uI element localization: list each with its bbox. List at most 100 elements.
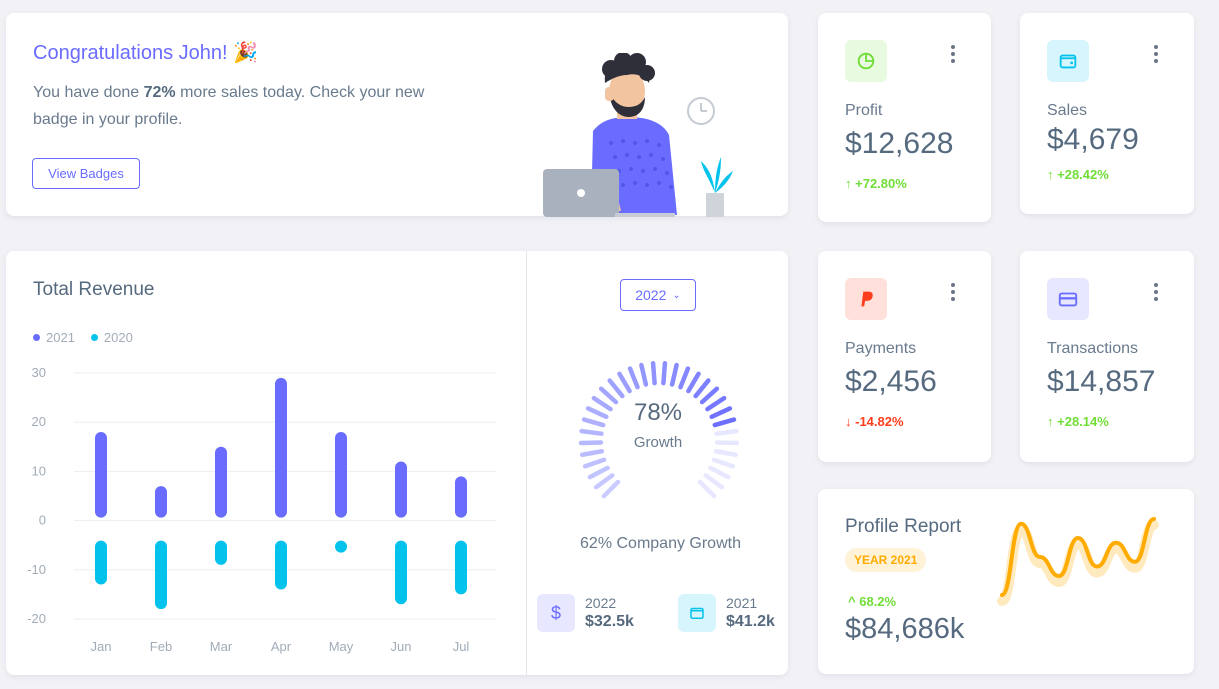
more-options-icon[interactable] bbox=[1151, 283, 1161, 301]
x-tick-label: Apr bbox=[271, 639, 292, 654]
gauge-tick bbox=[713, 448, 739, 458]
report-change: ^ 68.2% bbox=[848, 594, 897, 609]
gauge-tick bbox=[617, 371, 632, 394]
gauge-tick bbox=[703, 473, 725, 490]
gauge-tick bbox=[693, 378, 711, 399]
bar-2021 bbox=[455, 476, 467, 518]
more-options-icon[interactable] bbox=[948, 45, 958, 63]
profit-card: Profit $12,628 ↑ +72.80% bbox=[818, 13, 991, 222]
view-badges-button[interactable]: View Badges bbox=[32, 158, 140, 189]
more-options-icon[interactable] bbox=[1151, 45, 1161, 63]
arrow-down-icon: ↓ bbox=[845, 414, 856, 429]
profit-label: Profit bbox=[845, 102, 883, 119]
bar-2021 bbox=[95, 432, 107, 518]
gauge-tick bbox=[585, 406, 609, 420]
profile-report-title: Profile Report bbox=[845, 516, 962, 537]
gauge-tick bbox=[661, 360, 668, 386]
gauge-tick bbox=[697, 479, 717, 499]
gauge-tick bbox=[579, 428, 604, 436]
clock-icon bbox=[687, 97, 715, 125]
wallet-icon bbox=[678, 594, 716, 632]
transactions-value: $14,857 bbox=[1047, 365, 1156, 398]
y-tick-label: 20 bbox=[32, 414, 46, 429]
gauge-tick bbox=[709, 406, 733, 420]
bar-2021 bbox=[335, 432, 347, 518]
chevron-up-icon: ^ bbox=[848, 594, 860, 609]
x-tick-label: Jul bbox=[453, 639, 470, 654]
bar-2020 bbox=[215, 540, 227, 565]
x-tick-label: Jun bbox=[391, 639, 412, 654]
arrow-up-icon: ↑ bbox=[1047, 414, 1058, 429]
bar-2021 bbox=[395, 461, 407, 518]
arrow-up-icon: ↑ bbox=[845, 176, 856, 191]
mini-stat-value: $32.5k bbox=[585, 612, 634, 630]
gauge-tick bbox=[712, 417, 737, 428]
report-value: $84,686k bbox=[845, 613, 965, 645]
gauge-tick bbox=[627, 366, 640, 390]
legend-item-2020: 2020 bbox=[90, 330, 133, 345]
mini-stat-2021: 2021 $41.2k bbox=[678, 594, 775, 632]
sales-card: Sales $4,679 ↑ +28.42% bbox=[1020, 13, 1194, 214]
y-tick-label: 10 bbox=[32, 463, 46, 478]
gauge-tick bbox=[581, 417, 606, 428]
congratulations-text: You have done 72% more sales today. Chec… bbox=[33, 84, 425, 128]
gauge-tick bbox=[714, 428, 739, 436]
company-growth-text: 62% Company Growth bbox=[580, 535, 741, 552]
arrow-up-icon: ↑ bbox=[1047, 167, 1058, 182]
mini-stat-value: $41.2k bbox=[726, 612, 775, 630]
legend-item-2021: 2021 bbox=[33, 330, 75, 345]
mini-stat-2022: $ 2022 $32.5k bbox=[537, 594, 634, 632]
revenue-bar-chart: 30 20 10 0 -10 -20 Jan Feb Mar Apr May Jun Jul bbox=[27, 365, 496, 654]
payments-card: Payments $2,456 ↓ -14.82% bbox=[818, 251, 991, 462]
gauge-tick bbox=[714, 440, 740, 446]
gauge-tick bbox=[650, 360, 657, 386]
gauge-tick bbox=[582, 457, 607, 469]
growth-label: Growth bbox=[633, 434, 683, 451]
profile-report-card: Profile Report YEAR 2021 ^ 68.2% $84,686… bbox=[818, 489, 1194, 674]
payments-change: ↓ -14.82% bbox=[845, 414, 904, 429]
y-tick-label: -20 bbox=[27, 611, 46, 626]
chevron-down-icon: ⌄ bbox=[672, 289, 681, 301]
bar-2020 bbox=[95, 540, 107, 585]
y-tick-label: 0 bbox=[39, 513, 46, 528]
x-tick-label: Mar bbox=[210, 639, 233, 654]
more-options-icon[interactable] bbox=[948, 283, 958, 301]
sales-change: ↑ +28.42% bbox=[1047, 167, 1109, 182]
growth-percent: 78% bbox=[633, 399, 683, 426]
y-tick-label: 30 bbox=[32, 365, 46, 380]
bar-2020 bbox=[455, 540, 467, 595]
gauge-tick bbox=[601, 479, 621, 499]
x-tick-label: Feb bbox=[150, 639, 172, 654]
profit-change: ↑ +72.80% bbox=[845, 176, 907, 191]
plant-icon bbox=[701, 157, 733, 217]
transactions-change: ↑ +28.14% bbox=[1047, 414, 1109, 429]
profile-sparkline bbox=[997, 517, 1159, 606]
man-with-laptop-illustration bbox=[543, 53, 733, 217]
x-tick-label: Jan bbox=[91, 639, 112, 654]
sales-percent: 72% bbox=[143, 84, 176, 101]
wallet-icon bbox=[1047, 40, 1089, 82]
mini-stat-year: 2022 bbox=[585, 594, 617, 611]
total-revenue-title: Total Revenue bbox=[33, 279, 155, 300]
dollar-icon: $ bbox=[537, 594, 575, 632]
bar-2021 bbox=[215, 446, 227, 518]
bar-2020 bbox=[275, 540, 287, 590]
gauge-tick bbox=[711, 457, 736, 469]
bar-2021 bbox=[275, 377, 287, 518]
paypal-icon bbox=[845, 278, 887, 320]
gauge-tick bbox=[579, 448, 605, 458]
sales-label: Sales bbox=[1047, 102, 1088, 119]
y-tick-label: -10 bbox=[27, 562, 46, 577]
chart-legend: 2021 2020 bbox=[33, 330, 133, 345]
congratulations-card: Congratulations John! 🎉 You have done 72… bbox=[6, 13, 788, 217]
gauge-tick bbox=[708, 465, 731, 480]
transactions-card: Transactions $14,857 ↑ +28.14% bbox=[1020, 251, 1194, 462]
congratulations-title: Congratulations John! 🎉 bbox=[33, 42, 259, 64]
mini-stat-year: 2021 bbox=[726, 594, 758, 611]
growth-radial-gauge bbox=[578, 360, 740, 499]
year-badge: YEAR 2021 bbox=[845, 548, 927, 572]
chart-icon bbox=[845, 40, 887, 82]
gauge-tick bbox=[593, 473, 615, 490]
bar-2020 bbox=[395, 540, 407, 605]
year-dropdown[interactable]: 2022 ⌄ bbox=[620, 279, 696, 311]
